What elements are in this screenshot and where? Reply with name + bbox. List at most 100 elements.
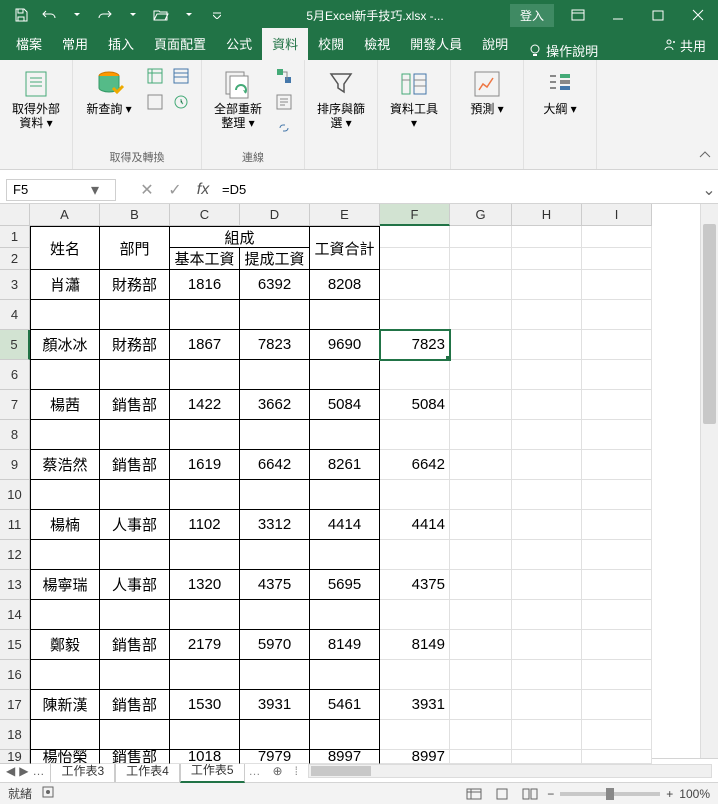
tab-insert[interactable]: 插入 [98,28,144,60]
zoom-slider[interactable] [560,792,660,796]
cell-H5[interactable] [512,330,582,360]
row-header-7[interactable]: 7 [0,390,30,420]
name-box[interactable]: ▾ [6,179,116,201]
cell-F14[interactable] [380,600,450,630]
cell-E17[interactable]: 5461 [310,690,380,720]
cell-F9[interactable]: 6642 [380,450,450,480]
cell-F13[interactable]: 4375 [380,570,450,600]
cell-I5[interactable] [582,330,652,360]
cell-F5[interactable]: 7823 [380,330,450,360]
cell-I6[interactable] [582,360,652,390]
cell-G4[interactable] [450,300,512,330]
row-header-12[interactable]: 12 [0,540,30,570]
cell-A19[interactable]: 楊怡榮 [30,750,100,764]
signin-button[interactable]: 登入 [510,4,554,27]
cell-A7[interactable]: 楊茜 [30,390,100,420]
cell-A4[interactable] [30,300,100,330]
cell-F6[interactable] [380,360,450,390]
cell-G16[interactable] [450,660,512,690]
cell-G6[interactable] [450,360,512,390]
edit-links-button[interactable] [272,116,296,140]
row-header-16[interactable]: 16 [0,660,30,690]
cell-B8[interactable] [100,420,170,450]
col-header-B[interactable]: B [100,204,170,226]
row-header-11[interactable]: 11 [0,510,30,540]
cell-H15[interactable] [512,630,582,660]
cell-D9[interactable]: 6642 [240,450,310,480]
cell-B5[interactable]: 財務部 [100,330,170,360]
cell-I15[interactable] [582,630,652,660]
row-header-18[interactable]: 18 [0,720,30,750]
name-box-dropdown[interactable]: ▾ [87,180,103,200]
cell-I1[interactable] [582,226,652,248]
cell-G3[interactable] [450,270,512,300]
cell-E15[interactable]: 8149 [310,630,380,660]
cell-C16[interactable] [170,660,240,690]
cell-E18[interactable] [310,720,380,750]
cell-I13[interactable] [582,570,652,600]
row-header-13[interactable]: 13 [0,570,30,600]
cell-I16[interactable] [582,660,652,690]
cell-G9[interactable] [450,450,512,480]
cell-H2[interactable] [512,248,582,270]
cell-E12[interactable] [310,540,380,570]
cell-G19[interactable] [450,750,512,764]
cell-D6[interactable] [240,360,310,390]
outline-button[interactable]: 大綱 ▾ [532,64,588,120]
cell-C2[interactable]: 基本工資 [170,248,240,270]
cell-C5[interactable]: 1867 [170,330,240,360]
cell-H3[interactable] [512,270,582,300]
cell-C8[interactable] [170,420,240,450]
cell-B19[interactable]: 銷售部 [100,750,170,764]
cell-F18[interactable] [380,720,450,750]
cell-C9[interactable]: 1619 [170,450,240,480]
cell-G2[interactable] [450,248,512,270]
cell-C13[interactable]: 1320 [170,570,240,600]
row-header-9[interactable]: 9 [0,450,30,480]
vertical-scrollbar[interactable] [700,204,718,758]
cell-B10[interactable] [100,480,170,510]
cell-E1[interactable]: 工資合計 [310,226,380,270]
cell-I8[interactable] [582,420,652,450]
select-all-corner[interactable] [0,204,30,226]
collapse-ribbon-button[interactable] [698,147,712,165]
zoom-out-button[interactable]: − [547,787,554,801]
tab-file[interactable]: 檔案 [6,28,52,60]
cell-D5[interactable]: 7823 [240,330,310,360]
cell-G7[interactable] [450,390,512,420]
cell-C7[interactable]: 1422 [170,390,240,420]
row-header-2[interactable]: 2 [0,248,30,270]
cell-A1[interactable]: 姓名 [30,226,100,270]
cell-C10[interactable] [170,480,240,510]
cell-G18[interactable] [450,720,512,750]
cell-H9[interactable] [512,450,582,480]
cell-B18[interactable] [100,720,170,750]
sheet-nav-more[interactable]: … [32,764,44,778]
row-header-3[interactable]: 3 [0,270,30,300]
col-header-H[interactable]: H [512,204,582,226]
tab-home[interactable]: 常用 [52,28,98,60]
cell-A8[interactable] [30,420,100,450]
col-header-C[interactable]: C [170,204,240,226]
cell-G1[interactable] [450,226,512,248]
sheet-nav-next[interactable]: ▶ [19,764,28,778]
cell-H18[interactable] [512,720,582,750]
cell-E5[interactable]: 9690 [310,330,380,360]
cell-H7[interactable] [512,390,582,420]
add-sheet-button[interactable]: ⊕ [265,764,291,778]
tab-view[interactable]: 檢視 [354,28,400,60]
cell-A15[interactable]: 鄭毅 [30,630,100,660]
cell-A3[interactable]: 肖瀟 [30,270,100,300]
recent-sources-button[interactable] [143,90,167,114]
cell-H19[interactable] [512,750,582,764]
cell-C18[interactable] [170,720,240,750]
cell-F2[interactable] [380,248,450,270]
cell-F11[interactable]: 4414 [380,510,450,540]
cell-H12[interactable] [512,540,582,570]
cell-A13[interactable]: 楊寧瑞 [30,570,100,600]
cell-C6[interactable] [170,360,240,390]
show-queries-button[interactable] [143,64,167,88]
get-external-data-button[interactable]: 取得外部資料 ▾ [8,64,64,135]
cell-D7[interactable]: 3662 [240,390,310,420]
cell-A5[interactable]: 顏冰冰 [30,330,100,360]
